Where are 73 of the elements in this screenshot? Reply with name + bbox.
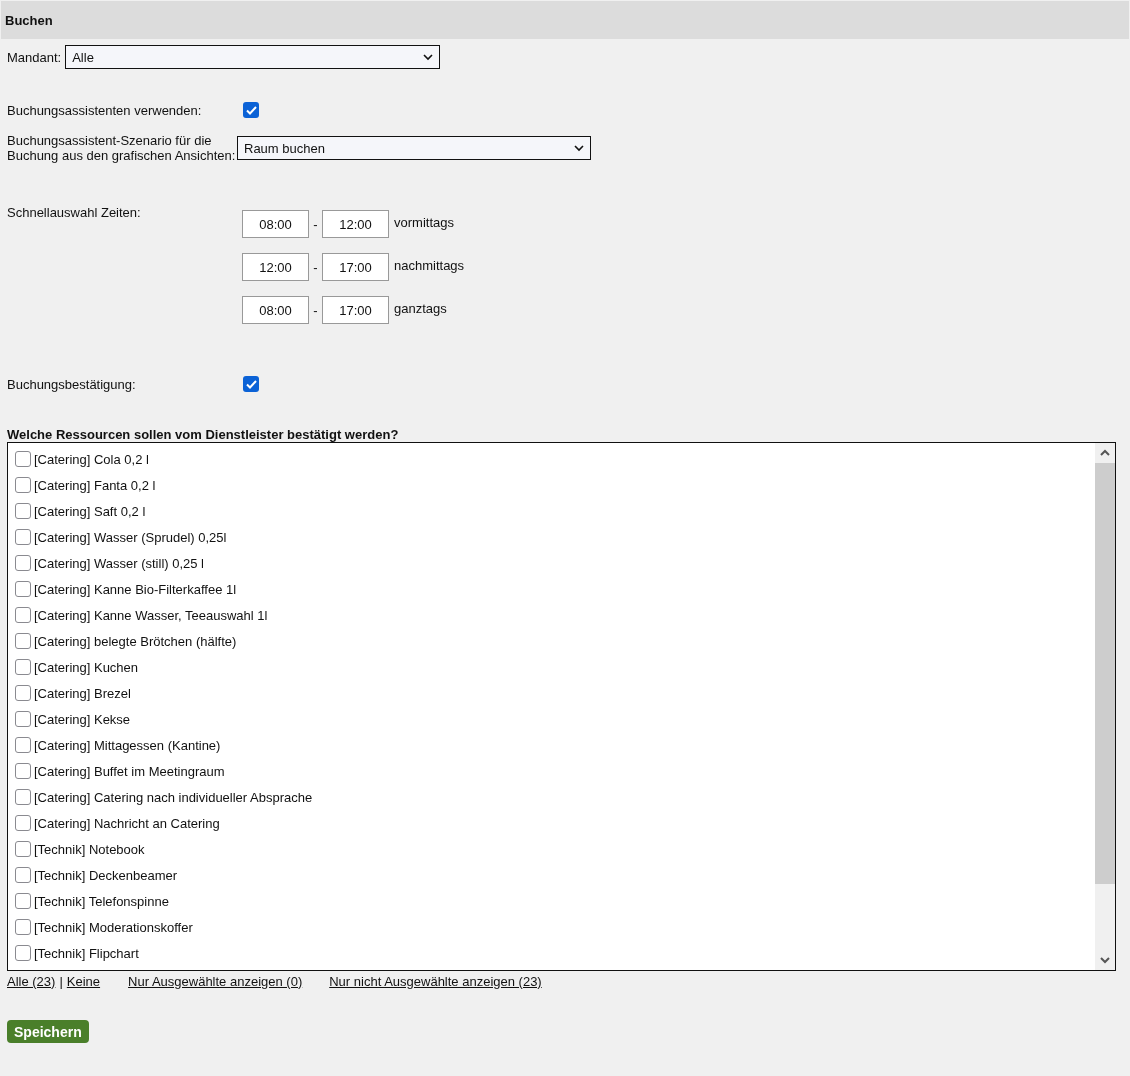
resource-checkbox[interactable]: [15, 451, 31, 467]
resource-label: [Catering] Kekse: [34, 711, 131, 727]
resource-label: [Catering] Fanta 0,2 l: [34, 477, 156, 493]
scenario-label: Buchungsassistent-Szenario für die Buchung aus den grafischen Ansichten:: [7, 133, 237, 163]
resource-label: [Catering] Nachricht an Catering: [34, 815, 220, 831]
link-separator: |: [59, 973, 63, 989]
resource-checkbox[interactable]: [15, 555, 31, 571]
resource-label: [Technik] Flipchart: [34, 945, 139, 961]
range-separator: -: [312, 259, 319, 275]
resource-checkbox[interactable]: [15, 529, 31, 545]
resources-question: Welche Ressourcen sollen vom Dienstleister bestätigt werden?: [7, 428, 400, 442]
select-none-link[interactable]: Keine: [66, 973, 101, 989]
resource-checkbox[interactable]: [15, 815, 31, 831]
time-to-field[interactable]: 17:00: [322, 253, 389, 281]
resource-label: [Catering] Brezel: [34, 685, 131, 701]
assistant-checkbox[interactable]: [243, 102, 259, 118]
resource-checkbox[interactable]: [15, 607, 31, 623]
resource-checkbox[interactable]: [15, 893, 31, 909]
resource-checkbox[interactable]: [15, 711, 31, 727]
resource-label: [Catering] Wasser (Sprudel) 0,25l: [34, 529, 227, 545]
resource-checkbox[interactable]: [15, 659, 31, 675]
resource-label: [Catering] belegte Brötchen (hälfte): [34, 633, 237, 649]
time-from-field[interactable]: 08:00: [242, 210, 309, 238]
resource-checkbox[interactable]: [15, 477, 31, 493]
resource-label: [Technik] Moderationskoffer: [34, 919, 193, 935]
show-unselected-link[interactable]: Nur nicht Ausgewählte anzeigen (23): [329, 973, 542, 989]
mandant-label: Mandant:: [7, 49, 62, 65]
resource-checkbox[interactable]: [15, 685, 31, 701]
resource-label: [Catering] Saft 0,2 l: [34, 503, 146, 519]
resource-checkbox[interactable]: [15, 841, 31, 857]
show-selected-link[interactable]: Nur Ausgewählte anzeigen (0): [128, 973, 303, 989]
resource-checkbox[interactable]: [15, 945, 31, 961]
resource-label: [Catering] Kuchen: [34, 659, 139, 675]
resource-label: [Catering] Kanne Wasser, Teeauswahl 1l: [34, 607, 268, 623]
time-to-field[interactable]: 17:00: [322, 296, 389, 324]
resource-label: [Catering] Mittagessen (Kantine): [34, 737, 221, 753]
scrollbar-thumb[interactable]: [1095, 463, 1115, 884]
resource-checkbox[interactable]: [15, 919, 31, 935]
resource-checkbox[interactable]: [15, 581, 31, 597]
resource-label: [Technik] Telefonspinne: [34, 893, 169, 909]
range-separator: -: [312, 216, 319, 232]
time-range-label: nachmittags: [394, 258, 465, 273]
scrollbar[interactable]: [1094, 443, 1115, 970]
time-from-field[interactable]: 08:00: [242, 296, 309, 324]
range-separator: -: [312, 302, 319, 318]
scenario-select[interactable]: Raum buchen: [237, 136, 591, 160]
resource-checkbox[interactable]: [15, 633, 31, 649]
mandant-select[interactable]: Alle: [65, 45, 441, 69]
time-range-label: ganztags: [394, 301, 447, 316]
resource-checkbox[interactable]: [15, 789, 31, 805]
resource-checkbox[interactable]: [15, 867, 31, 883]
assistant-label: Buchungsassistenten verwenden:: [7, 102, 203, 118]
select-all-link[interactable]: Alle (23): [7, 973, 56, 989]
confirmation-checkbox[interactable]: [243, 376, 259, 392]
resource-label: [Technik] Notebook: [34, 841, 145, 857]
resource-label: [Catering] Wasser (still) 0,25 l: [34, 555, 204, 571]
time-to-field[interactable]: 12:00: [322, 210, 389, 238]
resource-label: [Catering] Catering nach individueller Absprache: [34, 789, 313, 805]
resource-label: [Catering] Cola 0,2 l: [34, 451, 149, 467]
resource-label: [Catering] Buffet im Meetingraum: [34, 763, 225, 779]
resource-checkbox[interactable]: [15, 503, 31, 519]
chevron-down-icon: [574, 144, 584, 152]
save-button[interactable]: Speichern: [7, 1020, 89, 1043]
chevron-down-icon: [423, 53, 434, 61]
resource-label: [Technik] Deckenbeamer: [34, 867, 178, 883]
resource-label: [Catering] Kanne Bio-Filterkaffee 1l: [34, 581, 237, 597]
resource-checkbox[interactable]: [15, 763, 31, 779]
section-title: Buchen: [5, 12, 53, 28]
resource-checkbox[interactable]: [15, 737, 31, 753]
time-from-field[interactable]: 12:00: [242, 253, 309, 281]
time-range-label: vormittags: [394, 215, 454, 230]
quick-times-label: Schnellauswahl Zeiten:: [7, 205, 142, 220]
confirmation-label: Buchungsbestätigung:: [7, 376, 137, 392]
